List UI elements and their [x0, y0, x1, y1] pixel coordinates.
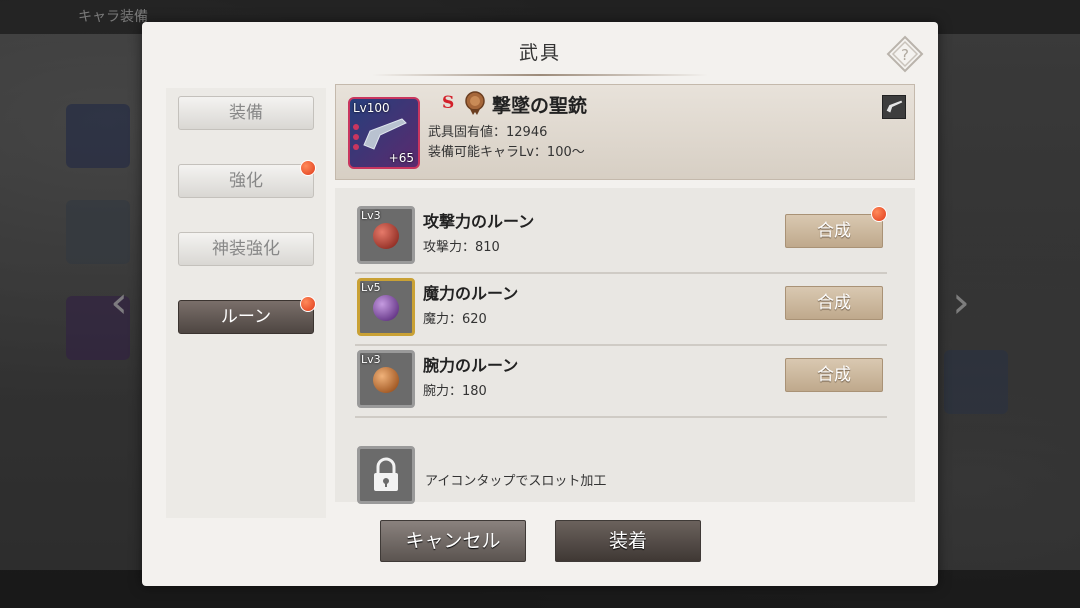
strength-rune-icon — [373, 367, 399, 393]
weapon-level: Lv100 — [353, 101, 390, 115]
medal-icon — [465, 91, 485, 115]
locked-slot-hint: アイコンタップでスロット加工 — [425, 474, 607, 489]
tab-label: 強化 — [229, 171, 263, 191]
weapon-info-card: Lv100 +65 S 撃墜の聖銃 武具固有値：12946 装備可能キャラLv：… — [335, 84, 915, 180]
rune-row: Lv3 腕力のルーン 腕力：180 合成 — [355, 346, 887, 418]
notification-badge — [300, 160, 316, 176]
rune-name: 魔力のルーン — [423, 284, 519, 303]
help-icon[interactable]: ? — [886, 35, 924, 73]
combine-button-label: 合成 — [817, 293, 851, 313]
combine-button[interactable]: 合成 — [785, 358, 883, 392]
gun-type-icon — [882, 95, 906, 119]
weapon-plus: +65 — [388, 151, 414, 165]
weapon-icon[interactable]: Lv100 +65 — [348, 97, 420, 169]
rune-stat: 腕力：180 — [423, 384, 487, 399]
rune-row: Lv3 攻撃力のルーン 攻撃力：810 合成 — [355, 202, 887, 274]
attack-rune-icon — [373, 223, 399, 249]
cancel-button[interactable]: キャンセル — [380, 520, 526, 562]
locked-rune-slot[interactable] — [357, 446, 415, 504]
tab-label: 装備 — [229, 103, 263, 123]
rune-slot[interactable]: Lv3 — [357, 206, 415, 264]
rune-level: Lv5 — [361, 281, 381, 294]
tab-enhance[interactable]: 強化 — [178, 164, 314, 198]
notification-badge — [871, 206, 887, 222]
rune-slot[interactable]: Lv3 — [357, 350, 415, 408]
cancel-button-label: キャンセル — [405, 530, 501, 552]
tab-divine-enhance[interactable]: 神装強化 — [178, 232, 314, 266]
tab-label: 神装強化 — [212, 239, 280, 259]
tab-rune[interactable]: ルーン — [178, 300, 314, 334]
tab-label: ルーン — [220, 307, 272, 327]
tab-list: 装備 強化 神装強化 ルーン — [166, 88, 326, 518]
equip-button[interactable]: 装着 — [555, 520, 701, 562]
rarity-label: S — [442, 93, 455, 113]
rune-row: Lv5 魔力のルーン 魔力：620 合成 — [355, 274, 887, 346]
equip-button-label: 装着 — [608, 530, 647, 552]
rune-name: 腕力のルーン — [423, 356, 519, 375]
weapon-dialog: 武具 ? 装備 強化 神装強化 ルーン Lv100 +65 S 撃墜の聖銃 武具… — [142, 22, 938, 586]
weapon-unique-value: 武具固有値：12946 — [428, 125, 548, 140]
weapon-equip-requirement: 装備可能キャラLv：100〜 — [428, 145, 585, 160]
rune-stat: 攻撃力：810 — [423, 240, 500, 255]
rune-list: Lv3 攻撃力のルーン 攻撃力：810 合成 Lv5 魔力のルーン 魔力：620… — [335, 188, 915, 504]
tab-equip[interactable]: 装備 — [178, 96, 314, 130]
rune-level: Lv3 — [361, 209, 381, 222]
combine-button-label: 合成 — [817, 365, 851, 385]
dialog-title: 武具 — [518, 42, 561, 64]
combine-button[interactable]: 合成 — [785, 286, 883, 320]
rune-slot[interactable]: Lv5 — [357, 278, 415, 336]
lock-icon — [374, 457, 398, 491]
rune-level: Lv3 — [361, 353, 381, 366]
magic-rune-icon — [373, 295, 399, 321]
rune-name: 攻撃力のルーン — [423, 212, 535, 231]
combine-button[interactable]: 合成 — [785, 214, 883, 248]
rune-stat: 魔力：620 — [423, 312, 487, 327]
weapon-name: 撃墜の聖銃 — [492, 95, 588, 117]
svg-text:?: ? — [901, 46, 909, 64]
title-divider — [372, 74, 708, 76]
notification-badge — [300, 296, 316, 312]
combine-button-label: 合成 — [817, 221, 851, 241]
